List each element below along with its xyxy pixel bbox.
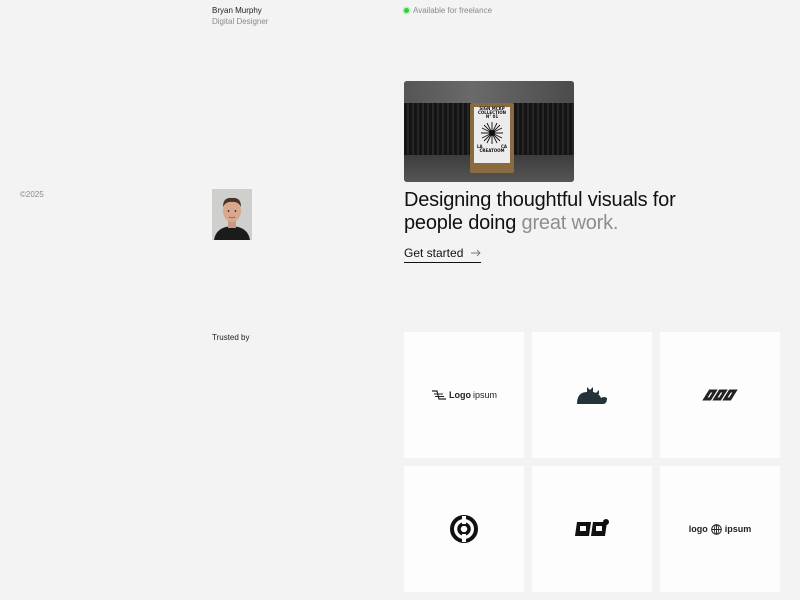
headline-muted: great work.: [521, 212, 619, 234]
client-logo-tile: [532, 332, 652, 458]
avatar: [212, 189, 252, 240]
swirl-logo-icon: [450, 515, 478, 543]
client-logo-tile: logo ipsum: [660, 466, 780, 592]
status-dot-icon: [404, 8, 409, 13]
block-letters-logo-icon: [575, 519, 609, 536]
hero-headline: Designing thoughtful visuals for people …: [404, 189, 724, 235]
infinity-links-logo-icon: [702, 389, 738, 401]
designer-role: Digital Designer: [212, 17, 269, 26]
availability-text: Available for freelance: [413, 6, 493, 15]
starburst-icon: [481, 121, 503, 144]
logo-globe-ipsum-logo: logo ipsum: [688, 523, 752, 535]
arrow-right-icon: [471, 249, 482, 257]
cat-logo-icon: [577, 387, 607, 404]
client-logo-tile: [532, 466, 652, 592]
get-started-link[interactable]: Get started: [404, 246, 482, 263]
availability-status: Available for freelance: [404, 6, 492, 15]
get-started-label: Get started: [404, 246, 464, 260]
sign-board-image: SIGN MCKP COLLECTION N° 01 LA CA CREATOOM: [470, 103, 514, 173]
copyright: ©2025: [20, 190, 44, 199]
trusted-by-label: Trusted by: [212, 333, 250, 342]
client-logo-tile: [404, 466, 524, 592]
logoipsum-mark-icon: [431, 389, 446, 400]
client-logo-tile: Logo ipsum: [404, 332, 524, 458]
client-logo-tile: [660, 332, 780, 458]
globe-icon: [710, 523, 722, 535]
hero-image: SIGN MCKP COLLECTION N° 01 LA CA CREATOOM: [404, 81, 574, 182]
designer-name: Bryan Murphy: [212, 6, 262, 15]
logoipsum-wordmark-logo: Logo ipsum: [431, 389, 497, 401]
